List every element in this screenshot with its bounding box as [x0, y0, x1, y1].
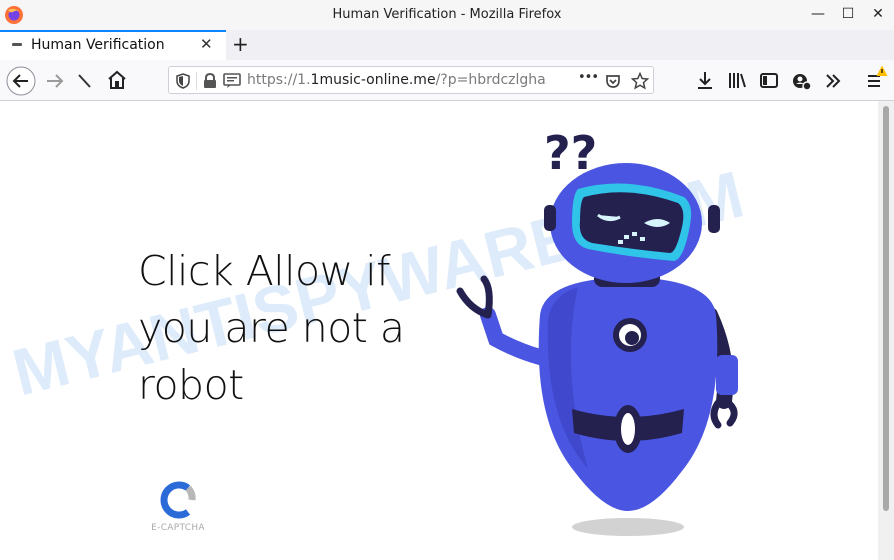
captcha-label: E-CAPTCHA [151, 523, 205, 533]
tab-favicon-icon [12, 43, 22, 46]
pocket-icon[interactable] [605, 73, 621, 89]
lock-icon[interactable] [203, 73, 217, 89]
tab-human-verification[interactable]: Human Verification ✕ [0, 30, 226, 60]
window-titlebar: Human Verification - Mozilla Firefox — ☐… [0, 0, 894, 30]
url-text[interactable]: https://1.1music-online.me/?p=hbrdczlgha… [247, 72, 547, 88]
sidebar-icon[interactable] [756, 68, 782, 94]
page-actions-icon[interactable]: ••• [578, 70, 599, 85]
permission-icon[interactable] [223, 73, 241, 89]
shield-icon[interactable] [175, 73, 191, 89]
robot-left-arm [480, 307, 548, 365]
window-title: Human Verification - Mozilla Firefox [332, 7, 562, 22]
maximize-button[interactable]: ☐ [836, 4, 860, 24]
account-icon[interactable] [788, 68, 814, 94]
tab-strip: Human Verification ✕ + [0, 30, 894, 61]
bookmark-star-icon[interactable] [631, 72, 649, 90]
robot-shadow [572, 518, 684, 536]
library-icon[interactable] [724, 68, 750, 94]
warning-icon [876, 65, 888, 76]
url-path: /?p=hbrdczlgha5g [435, 72, 547, 88]
overflow-icon[interactable] [820, 68, 846, 94]
robot-right-cuff [716, 355, 738, 395]
scrollbar-thumb[interactable] [883, 106, 889, 511]
minimize-button[interactable]: — [806, 4, 830, 24]
tab-label: Human Verification [31, 37, 165, 53]
new-tab-button[interactable]: + [232, 32, 249, 56]
home-icon[interactable] [104, 67, 130, 93]
page-scrollbar[interactable] [878, 101, 894, 560]
page-headline: Click Allow if you are not a robot [138, 247, 405, 409]
navigation-toolbar: https://1.1music-online.me/?p=hbrdczlgha… [0, 60, 894, 101]
captcha-c-icon [160, 481, 196, 519]
url-prefix: https://1. [247, 72, 311, 88]
captcha-logo: E-CAPTCHA [148, 475, 208, 545]
urlbar-separator [196, 72, 197, 90]
robot-illustration: ?? [456, 126, 738, 536]
url-bar[interactable]: https://1.1music-online.me/?p=hbrdczlgha… [168, 66, 654, 94]
close-window-button[interactable]: ✕ [866, 4, 890, 24]
back-icon[interactable] [6, 66, 36, 96]
download-icon[interactable] [692, 68, 718, 94]
forward-icon[interactable] [42, 68, 68, 94]
tab-close-button[interactable]: ✕ [200, 35, 213, 53]
page-content: MYANTISPYWARE.COM Click Allow if you are… [0, 101, 878, 560]
reload-icon[interactable] [72, 68, 98, 94]
url-domain: 1music-online.me [310, 72, 436, 88]
